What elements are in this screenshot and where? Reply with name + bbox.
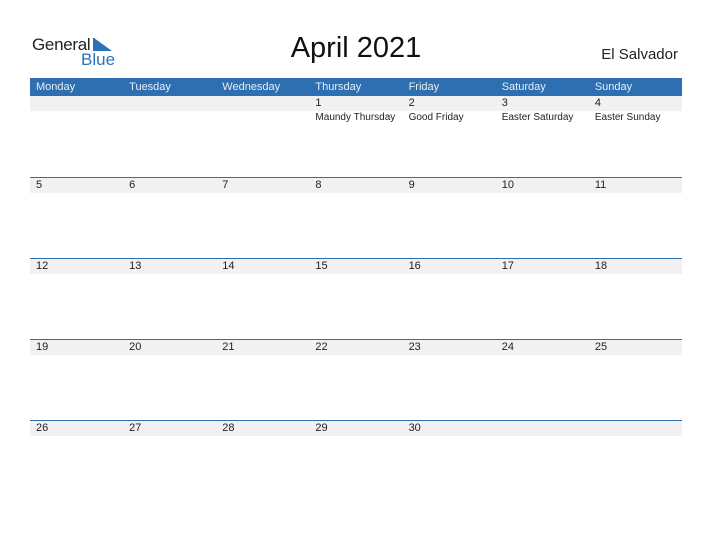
holiday-label (216, 111, 309, 125)
holiday-label (123, 111, 216, 125)
day-number: 23 (408, 341, 421, 353)
date-band: 26 27 28 29 30 (30, 421, 682, 436)
date-band: 12 13 14 15 16 17 18 (30, 259, 682, 274)
date-band: 19 20 21 22 23 24 25 (30, 340, 682, 355)
calendar-week: 12 13 14 15 16 17 18 (30, 258, 682, 338)
day-number: 27 (129, 422, 142, 434)
day-number: 11 (594, 179, 607, 191)
day-number: 3 (501, 97, 508, 109)
weekday-thursday: Thursday (315, 81, 362, 93)
holiday-label: Easter Saturday (501, 112, 574, 123)
weekday-friday: Friday (408, 81, 440, 93)
holiday-label: Good Friday (408, 112, 464, 123)
day-number: 18 (594, 260, 608, 272)
day-number: 30 (408, 422, 421, 434)
day-number: 1 (315, 97, 322, 109)
date-band: 1 2 3 4 (30, 96, 682, 111)
calendar-week: 19 20 21 22 23 24 25 (30, 339, 682, 419)
day-number: 7 (222, 179, 229, 191)
day-number: 17 (501, 260, 514, 272)
day-number: 14 (222, 260, 235, 272)
day-number: 12 (36, 260, 49, 272)
holiday-label (30, 111, 123, 125)
day-number (496, 421, 589, 436)
day-number (123, 96, 216, 111)
day-number: 28 (222, 422, 235, 434)
day-number: 4 (594, 97, 601, 109)
holiday-label: Easter Sunday (594, 112, 661, 123)
day-number (589, 421, 682, 436)
country-name: El Salvador (601, 46, 678, 63)
day-number: 6 (129, 179, 136, 191)
day-number (30, 96, 123, 111)
weekday-sunday: Sunday (594, 81, 633, 93)
day-number: 8 (315, 179, 322, 191)
day-number: 24 (501, 341, 514, 353)
day-number: 16 (408, 260, 421, 272)
day-number: 20 (129, 341, 142, 353)
day-number: 22 (315, 341, 328, 353)
day-number: 29 (315, 422, 328, 434)
weekday-tuesday: Tuesday (129, 81, 171, 93)
weekday-wednesday: Wednesday (222, 81, 281, 93)
day-number: 2 (408, 97, 415, 109)
weekday-monday: Monday (36, 81, 76, 93)
day-number: 5 (36, 179, 43, 191)
day-number: 15 (315, 260, 328, 272)
day-number: 21 (222, 341, 235, 353)
day-number: 9 (408, 179, 415, 191)
day-number (216, 96, 309, 111)
day-number: 13 (129, 260, 142, 272)
day-number: 25 (594, 341, 608, 353)
holiday-label: Maundy Thursday (315, 112, 396, 123)
calendar-week: 26 27 28 29 30 (30, 420, 682, 500)
calendar-week: 1 2 3 4 Maundy Thursday Good Friday Easter Sat… (30, 96, 682, 176)
day-number: 19 (36, 341, 49, 353)
weekday-saturday: Saturday (501, 81, 546, 93)
calendar-week: 5 6 7 8 9 10 11 (30, 177, 682, 257)
day-number: 26 (36, 422, 49, 434)
day-number: 10 (501, 179, 514, 191)
date-band: 5 6 7 8 9 10 11 (30, 178, 682, 193)
weekday-header: Monday Tuesday Wednesday Thursday Friday… (30, 78, 682, 96)
holiday-row: Maundy Thursday Good Friday Easter Saturda… (30, 111, 682, 125)
